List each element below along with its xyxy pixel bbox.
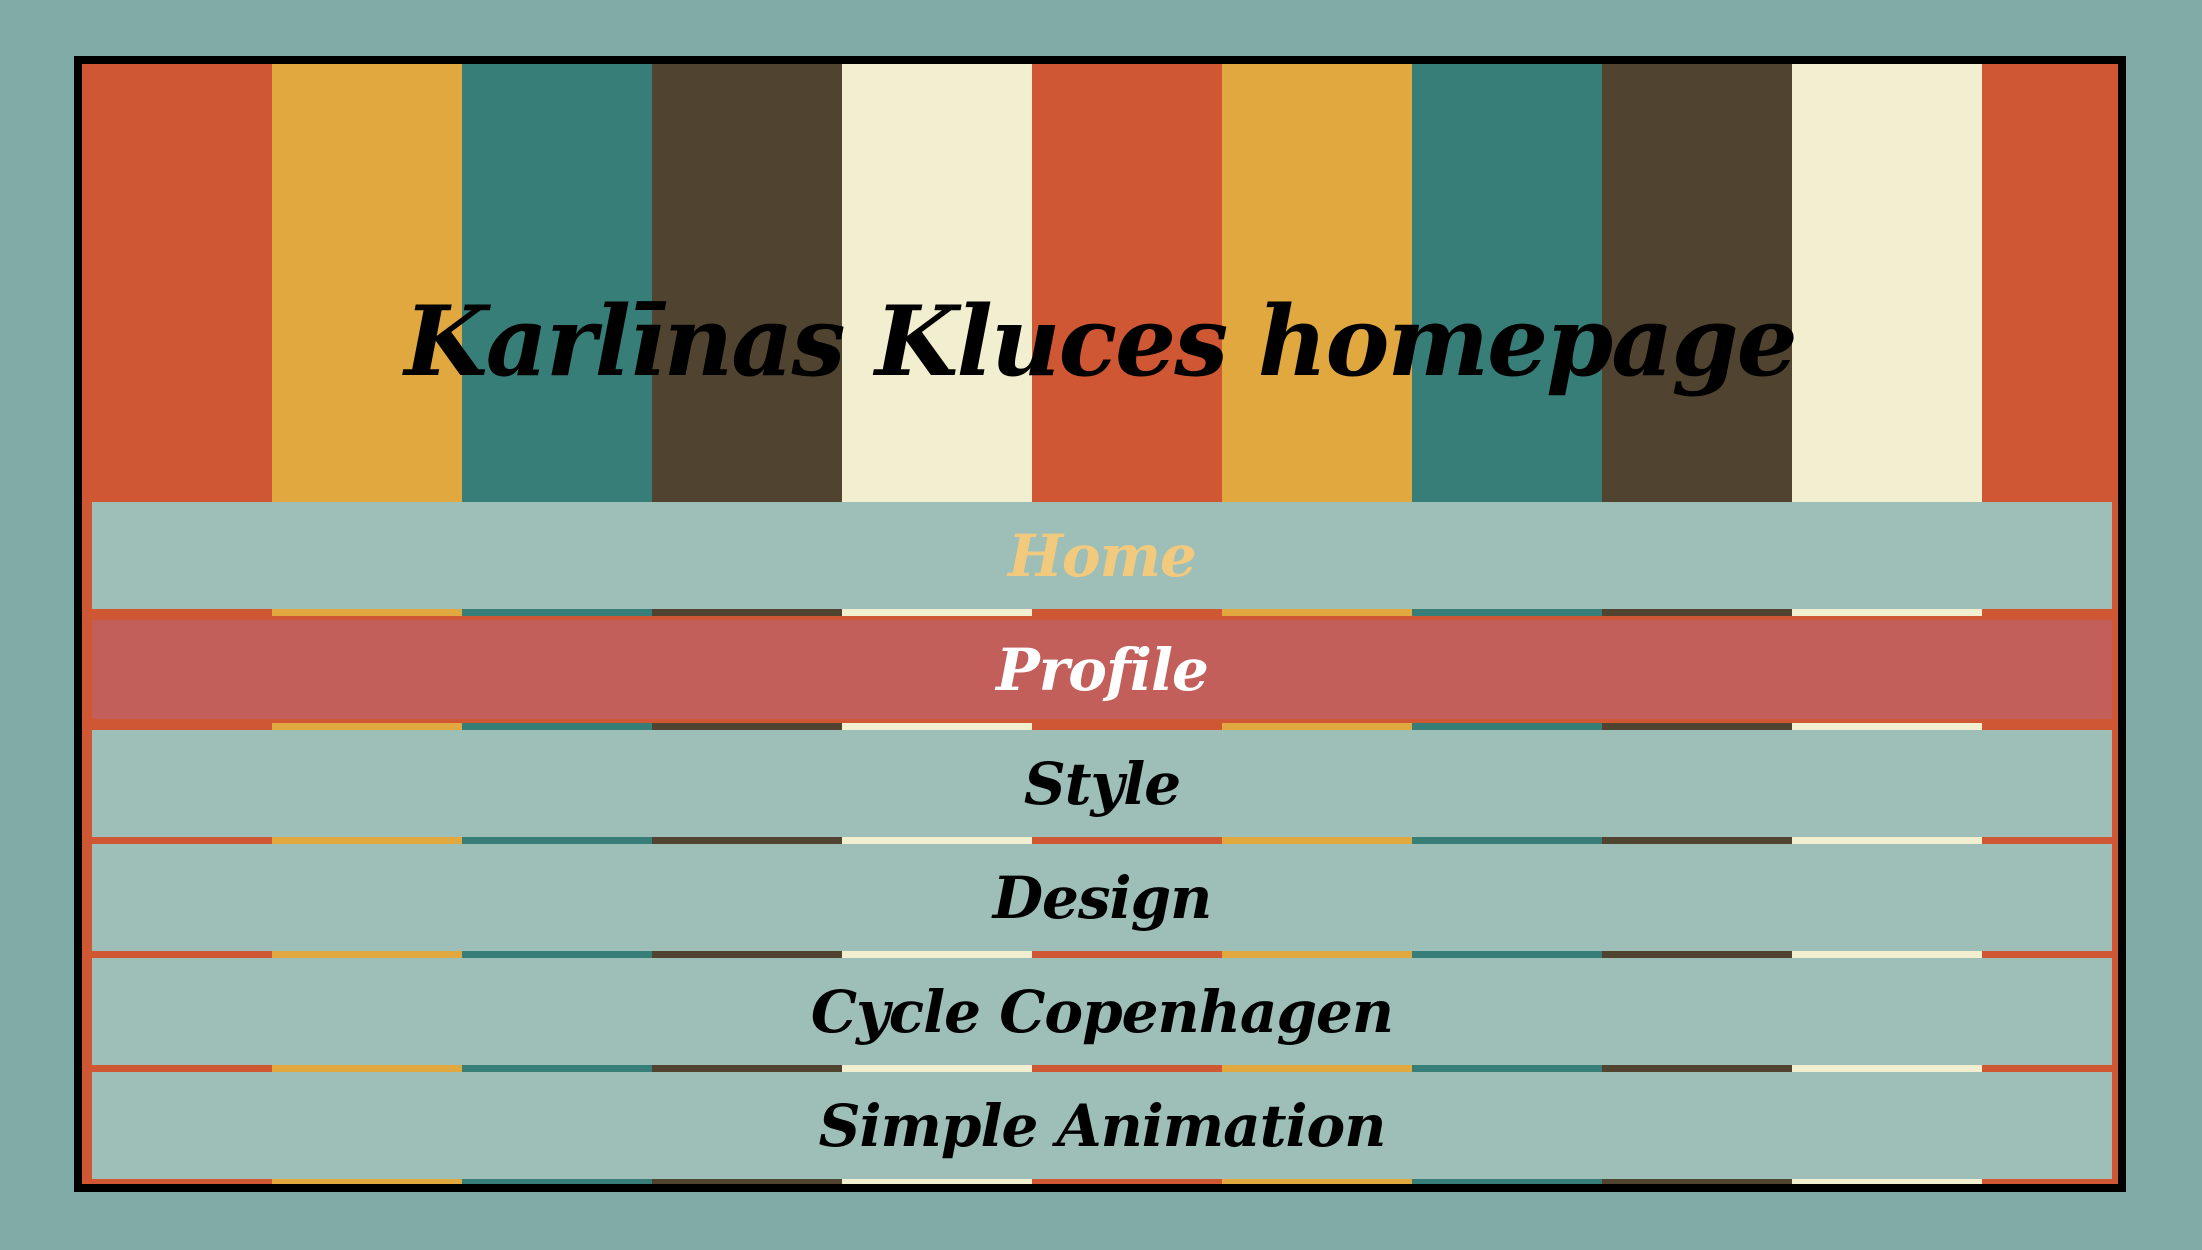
nav-item-design[interactable]: Design (92, 844, 2112, 951)
nav-item-cycle-copenhagen[interactable]: Cycle Copenhagen (92, 958, 2112, 1065)
nav-item-home[interactable]: Home (92, 502, 2112, 609)
page-title: Karlīnas Kluces homepage (404, 285, 1797, 398)
nav-item-profile[interactable]: Profile (92, 616, 2112, 723)
nav-item-simple-animation[interactable]: Simple Animation (92, 1072, 2112, 1179)
nav-item-style[interactable]: Style (92, 730, 2112, 837)
main-nav: Home Profile Style Design Cycle Copenhag… (92, 502, 2112, 1184)
page-frame: Karlīnas Kluces homepage Home Profile St… (74, 56, 2126, 1192)
